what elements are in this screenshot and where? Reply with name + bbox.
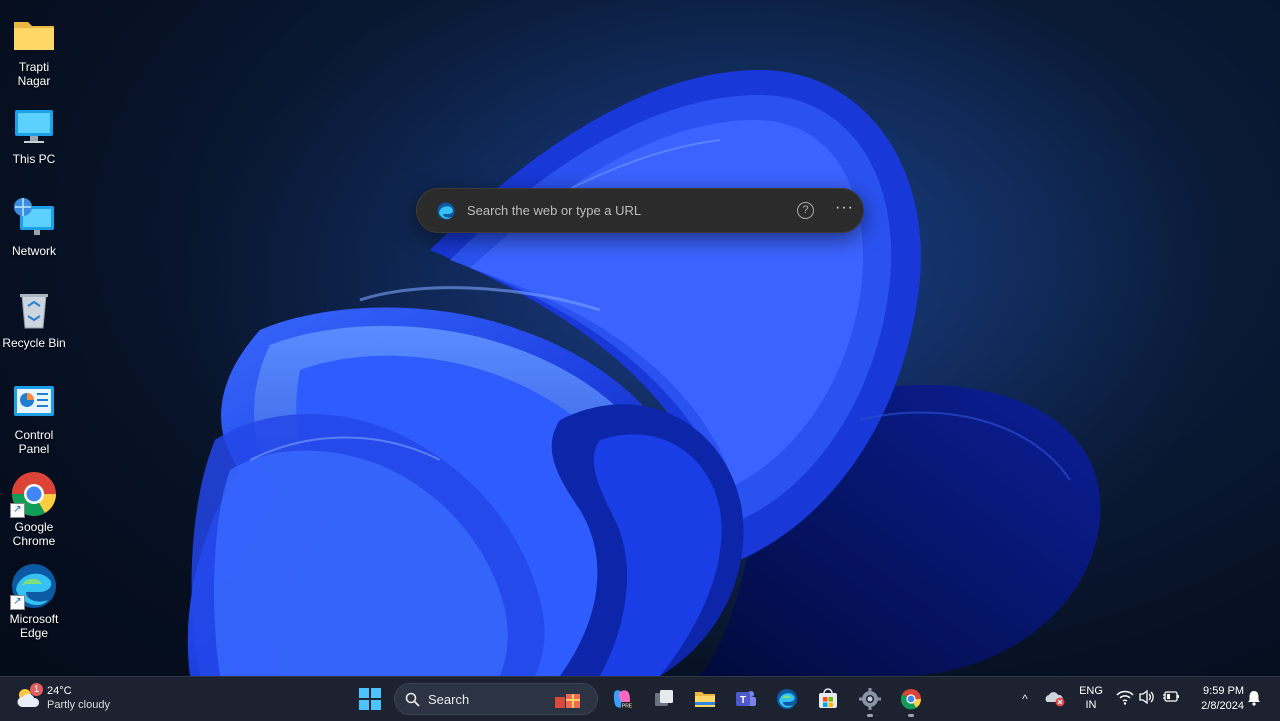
control-panel-icon	[10, 378, 58, 426]
show-hidden-icons-chevron-icon[interactable]: ^	[1015, 687, 1035, 711]
search-icon	[405, 692, 420, 707]
desktop-icon-label: Google Chrome	[12, 520, 56, 548]
system-clock[interactable]: 9:59 PM 2/8/2024	[1186, 684, 1244, 714]
copilot-button[interactable]: PRE	[604, 681, 640, 717]
clock-time: 9:59 PM	[1203, 685, 1244, 697]
taskbar-search-label: Search	[428, 692, 470, 707]
shortcut-arrow-icon: ↗	[10, 503, 25, 518]
edge-icon	[777, 689, 797, 709]
folder-icon	[10, 10, 58, 58]
monitor-icon	[10, 102, 58, 150]
weather-temperature: 24°C	[47, 685, 72, 697]
edge-search-placeholder[interactable]: Search the web or type a URL	[467, 203, 641, 218]
settings-button[interactable]	[852, 681, 888, 717]
copilot-icon: PRE	[614, 690, 633, 710]
more-options-icon[interactable]: ···	[835, 199, 854, 217]
clock-date: 2/8/2024	[1201, 700, 1244, 712]
desktop-icon-trapti-nagar[interactable]: Trapti Nagar	[0, 2, 68, 88]
help-icon[interactable]: ?	[797, 202, 814, 219]
desktop-icon-this-pc[interactable]: This PC	[0, 94, 68, 166]
wifi-icon[interactable]	[1116, 689, 1134, 705]
file-explorer-icon	[695, 692, 715, 707]
chrome-taskbar-button[interactable]	[893, 681, 929, 717]
desktop-icon-label: Recycle Bin	[2, 336, 66, 350]
weather-condition: Partly cloudy	[47, 699, 110, 711]
edge-taskbar-button[interactable]	[769, 681, 805, 717]
start-icon	[359, 688, 381, 710]
taskbar-search-box[interactable]: Search	[394, 683, 598, 715]
chrome-icon: ↗	[10, 470, 58, 518]
region-code: IN	[1085, 699, 1097, 711]
input-language-indicator[interactable]: ENG IN	[1076, 684, 1106, 712]
recycle-bin-icon	[10, 286, 58, 334]
wallpaper-bloom	[180, 0, 1220, 676]
desktop-icon-google-chrome[interactable]: ↗ Google Chrome	[0, 462, 68, 548]
desktop-icon-label: Control Panel	[14, 428, 54, 456]
chrome-icon	[900, 689, 921, 710]
teams-icon: T	[736, 691, 756, 706]
desktop-icon-label: This PC	[12, 152, 56, 166]
network-icon	[10, 194, 58, 242]
edge-icon: ↗	[10, 562, 58, 610]
desktop-icon-label: Microsoft Edge	[9, 612, 59, 640]
taskbar: 1 24°C Partly cloudy Search PRE T ^ ENG …	[0, 676, 1280, 721]
store-button[interactable]	[810, 681, 846, 717]
shortcut-arrow-icon: ↗	[10, 595, 25, 610]
weather-widget[interactable]: 1 24°C Partly cloudy	[14, 683, 134, 715]
battery-charging-icon[interactable]	[1162, 689, 1180, 705]
notification-badge: 1	[30, 683, 43, 696]
task-view-icon	[655, 690, 673, 706]
edge-search-bar[interactable]: Search the web or type a URL ? ···	[416, 188, 864, 233]
file-explorer-button[interactable]	[687, 681, 723, 717]
desktop-icon-recycle-bin[interactable]: Recycle Bin	[0, 278, 68, 350]
edge-icon	[437, 202, 455, 220]
start-button[interactable]	[352, 681, 388, 717]
volume-icon[interactable]	[1138, 689, 1156, 705]
notification-bell-icon[interactable]	[1247, 690, 1261, 706]
language-code: ENG	[1079, 685, 1103, 697]
store-icon	[819, 688, 837, 708]
onedrive-error-icon[interactable]	[1044, 687, 1066, 709]
running-indicator	[867, 714, 873, 717]
running-indicator	[908, 714, 914, 717]
desktop-icon-microsoft-edge[interactable]: ↗ Microsoft Edge	[0, 554, 68, 640]
svg-text:T: T	[740, 695, 746, 706]
desktop-icon-label: Trapti Nagar	[17, 60, 51, 88]
svg-text:PRE: PRE	[622, 704, 633, 710]
desktop-icon-network[interactable]: Network	[0, 186, 68, 258]
teams-button[interactable]: T	[728, 681, 764, 717]
desktop-icon-control-panel[interactable]: Control Panel	[0, 370, 68, 456]
task-view-button[interactable]	[646, 681, 682, 717]
settings-icon	[859, 688, 881, 710]
search-highlight-gift-icon	[555, 694, 580, 708]
desktop-icon-label: Network	[11, 244, 56, 258]
